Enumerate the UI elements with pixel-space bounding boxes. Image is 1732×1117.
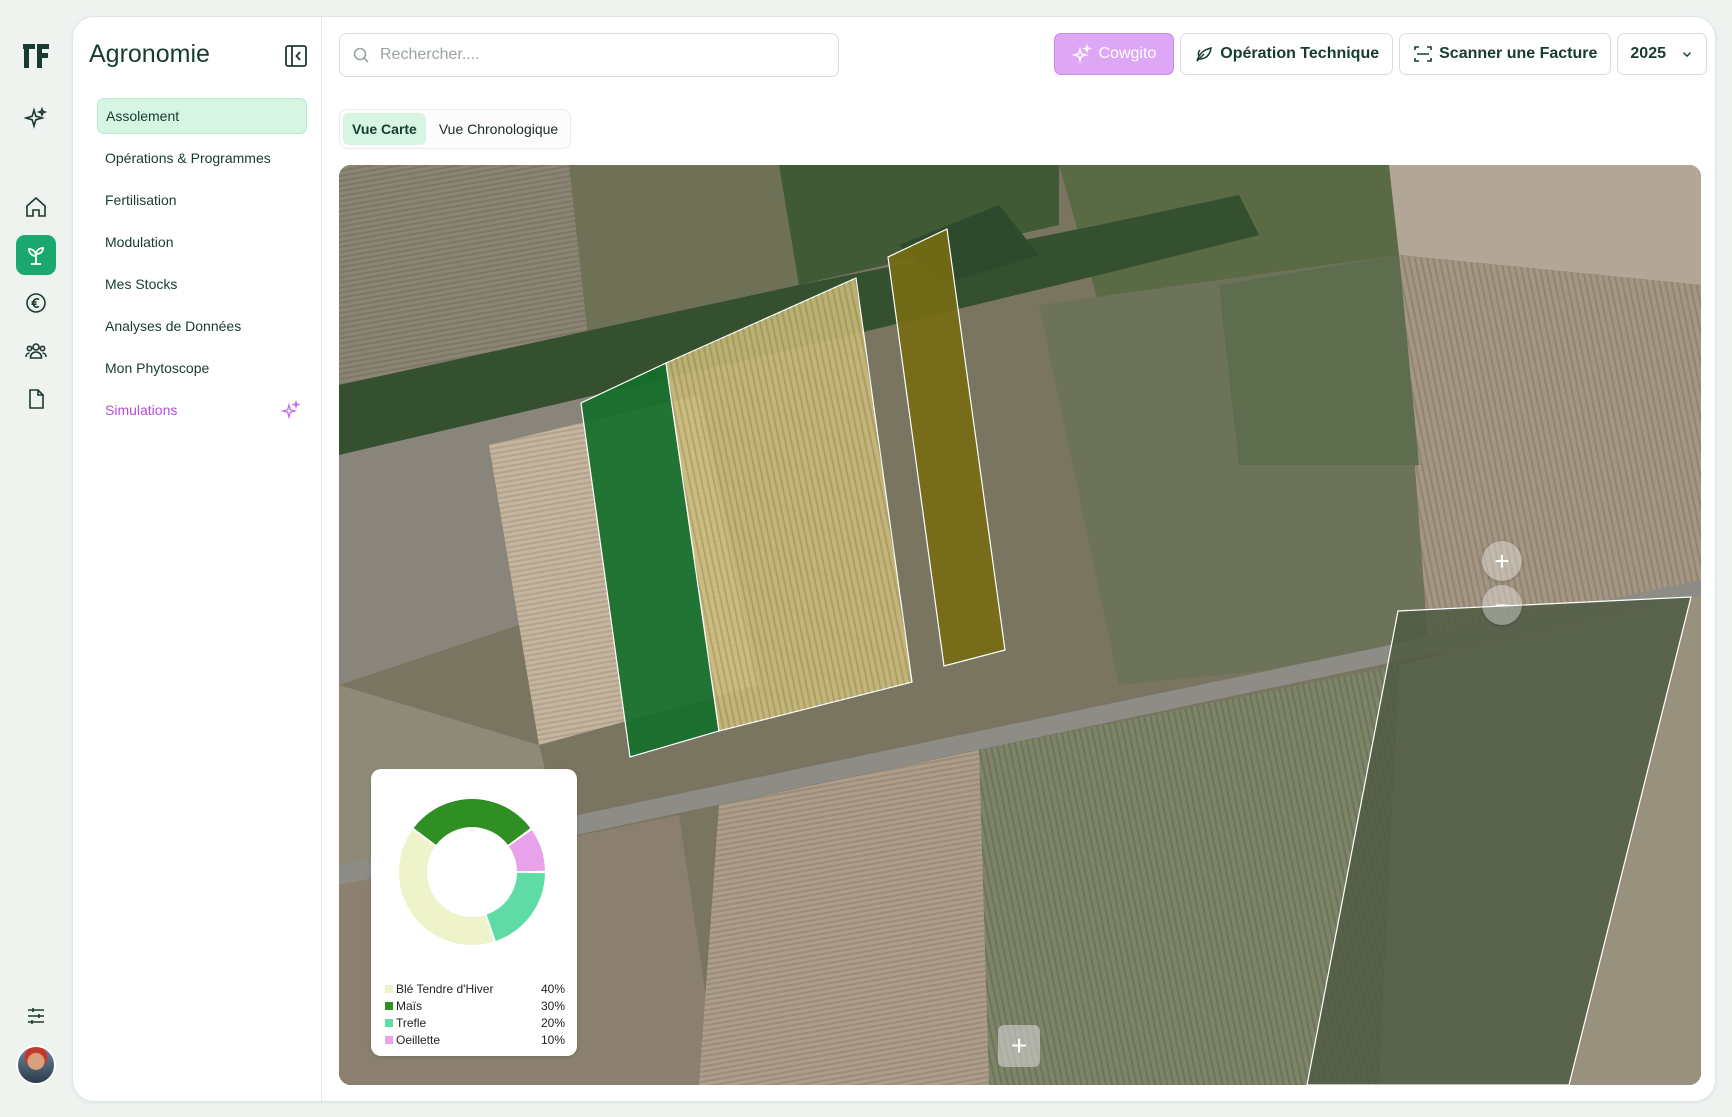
operation-technique-button[interactable]: Opération Technique <box>1180 33 1394 75</box>
icon-rail <box>0 0 72 1117</box>
legend-label: Blé Tendre d'Hiver <box>396 981 494 996</box>
legend-label: Oeillette <box>396 1032 441 1047</box>
view-tabs: Vue Carte Vue Chronologique <box>339 109 572 149</box>
ai-sparkle-icon[interactable] <box>16 99 56 139</box>
legend-list: Blé Tendre d'Hiver 40% Maïs 30% Trefle 20% Oei… <box>385 980 565 1048</box>
sidebar-item-analyses[interactable]: Analyses de Données <box>97 308 307 344</box>
legend-row: Trefle 20% <box>385 1014 565 1031</box>
document-icon[interactable] <box>16 379 56 419</box>
tab-vue-carte[interactable]: Vue Carte <box>343 113 426 145</box>
cowgito-label: Cowgito <box>1098 45 1157 62</box>
year-value: 2025 <box>1630 45 1666 62</box>
scan-invoice-button[interactable]: Scanner une Facture <box>1399 33 1612 75</box>
zoom-out-button[interactable]: − <box>1482 585 1522 625</box>
legend-label: Trefle <box>396 1015 427 1030</box>
crop-donut-chart <box>399 799 545 945</box>
search-input[interactable] <box>380 46 800 64</box>
sidebar-item-label: Assolement <box>106 108 180 124</box>
search-box[interactable] <box>339 33 839 77</box>
operation-technique-label: Opération Technique <box>1220 45 1380 62</box>
users-icon[interactable] <box>16 331 56 371</box>
sidebar-item-stocks[interactable]: Mes Stocks <box>97 266 307 302</box>
sidebar-item-label: Modulation <box>105 234 174 250</box>
legend-row: Oeillette 10% <box>385 1031 565 1048</box>
scan-icon <box>1414 46 1432 62</box>
sparkle-icon <box>1072 44 1093 64</box>
avatar[interactable] <box>16 1045 56 1085</box>
scan-invoice-label: Scanner une Facture <box>1439 45 1598 62</box>
sidebar-item-label: Simulations <box>105 402 178 418</box>
legend-percent: 10% <box>540 1032 565 1047</box>
sidebar-item-label: Analyses de Données <box>105 318 242 334</box>
section-title: Agronomie <box>89 40 210 68</box>
zoom-in-button[interactable]: + <box>1482 541 1522 581</box>
sparkle-icon <box>281 400 301 420</box>
legend-label: Maïs <box>396 998 423 1013</box>
chevron-down-icon <box>1683 52 1691 58</box>
sidebar-item-assolement[interactable]: Assolement <box>97 98 307 134</box>
donut-slice <box>413 799 531 845</box>
add-field-button[interactable]: + <box>998 1025 1040 1067</box>
plant-icon[interactable] <box>16 235 56 275</box>
legend-percent: 40% <box>540 981 565 996</box>
settings-sliders-icon[interactable] <box>16 996 56 1036</box>
plus-icon: + <box>1010 1030 1028 1061</box>
sidebar-item-modulation[interactable]: Modulation <box>97 224 307 260</box>
legend-swatch <box>385 984 393 993</box>
top-actions: Cowgito Opération Technique Scanner une … <box>1054 33 1707 75</box>
logo-icon[interactable] <box>20 38 52 72</box>
legend-percent: 30% <box>540 998 565 1013</box>
legend-swatch <box>385 1018 393 1027</box>
legend-row: Maïs 30% <box>385 997 565 1014</box>
cowgito-button[interactable]: Cowgito <box>1054 33 1175 75</box>
home-icon[interactable] <box>16 187 56 227</box>
donut-slice <box>486 872 545 942</box>
map-view[interactable]: + − + Blé Tendre d'Hiver 40% Maïs 30% Trefle… <box>339 165 1701 1085</box>
legend-row: Blé Tendre d'Hiver 40% <box>385 980 565 997</box>
sidebar-item-phytoscope[interactable]: Mon Phytoscope <box>97 350 307 386</box>
sidebar-item-label: Mes Stocks <box>105 276 178 292</box>
legend-percent: 20% <box>540 1015 565 1030</box>
collapse-sidebar-icon[interactable] <box>283 43 309 69</box>
content-area: Cowgito Opération Technique Scanner une … <box>322 17 1715 1101</box>
search-icon <box>353 47 369 63</box>
tab-label: Vue Chronologique <box>438 121 559 137</box>
sidebar-item-label: Mon Phytoscope <box>105 360 210 376</box>
plus-icon: + <box>1494 546 1510 576</box>
tab-label: Vue Carte <box>352 121 417 137</box>
sidebar-item-fertilisation[interactable]: Fertilisation <box>97 182 307 218</box>
legend-swatch <box>385 1035 393 1044</box>
euro-icon[interactable] <box>16 283 56 323</box>
sidebar-item-label: Fertilisation <box>105 192 177 208</box>
leaf-icon <box>1196 47 1213 62</box>
year-select[interactable]: 2025 <box>1617 33 1707 75</box>
main-card: Agronomie Assolement Opérations & Progra… <box>72 16 1716 1102</box>
donut-slice <box>399 830 494 945</box>
minus-icon: − <box>1494 590 1510 620</box>
tab-vue-chronologique[interactable]: Vue Chronologique <box>430 113 567 145</box>
sidebar-nav: Assolement Opérations & Programmes Ferti… <box>97 98 307 434</box>
sidebar-item-operations[interactable]: Opérations & Programmes <box>97 140 307 176</box>
legend-swatch <box>385 1001 393 1010</box>
sidebar-item-simulations[interactable]: Simulations <box>97 392 307 428</box>
sidebar: Agronomie Assolement Opérations & Progra… <box>73 17 322 1101</box>
crop-legend-card: Blé Tendre d'Hiver 40% Maïs 30% Trefle 20% Oei… <box>371 769 577 1056</box>
sidebar-item-label: Opérations & Programmes <box>105 150 271 166</box>
